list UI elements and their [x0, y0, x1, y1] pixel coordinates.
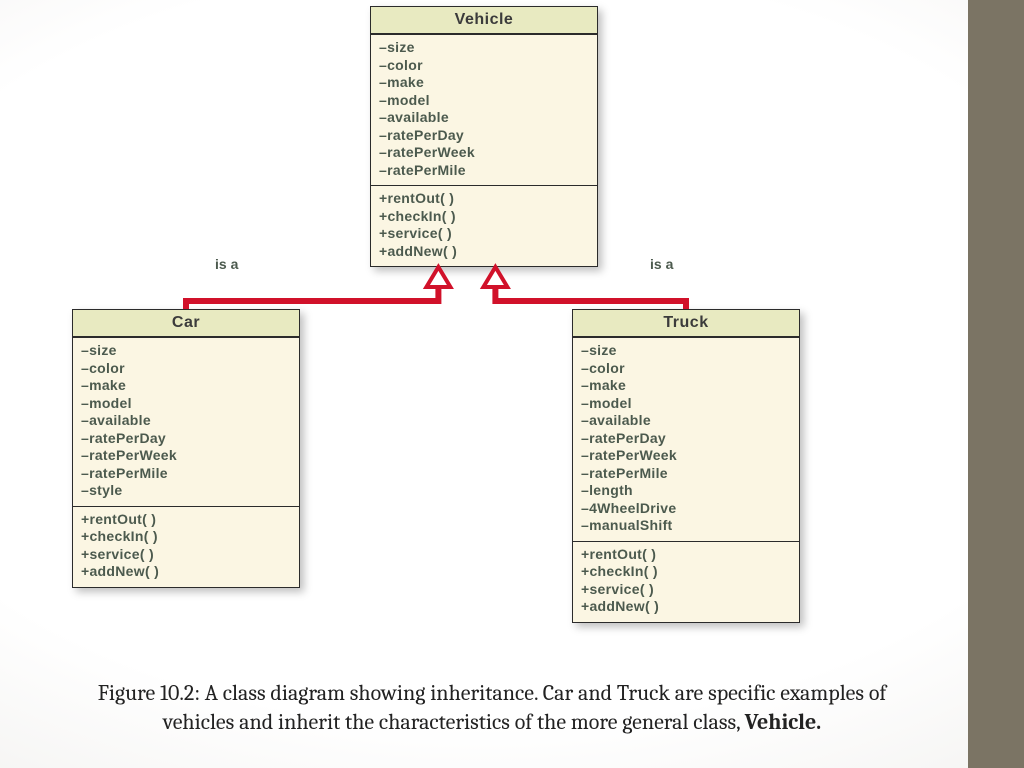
- class-attribute: –size: [581, 342, 791, 360]
- class-attribute: –ratePerMile: [81, 465, 291, 483]
- class-attribute: –4WheelDrive: [581, 500, 791, 518]
- class-attribute: –make: [81, 377, 291, 395]
- class-attribute: –make: [581, 377, 791, 395]
- figure-caption: Figure 10.2: A class diagram showing inh…: [60, 679, 924, 738]
- class-attribute: –color: [379, 57, 589, 75]
- class-attribute: –ratePerWeek: [581, 447, 791, 465]
- class-attribute: –size: [379, 39, 589, 57]
- class-operation: +service( ): [81, 546, 291, 564]
- class-title: Truck: [573, 310, 799, 337]
- class-attribute: –color: [81, 360, 291, 378]
- class-attribute: –style: [81, 482, 291, 500]
- class-operation: +service( ): [379, 225, 589, 243]
- caption-figure-label: Figure 10.2:: [98, 680, 200, 706]
- class-operation: +addNew( ): [81, 563, 291, 581]
- class-operation: +checkIn( ): [379, 208, 589, 226]
- class-operation: +service( ): [581, 581, 791, 599]
- class-attribute: –available: [581, 412, 791, 430]
- class-box-vehicle: Vehicle –size–color–make–model–available…: [370, 6, 598, 267]
- inheritance-label-right: is a: [650, 256, 673, 272]
- class-attribute: –color: [581, 360, 791, 378]
- class-box-car: Car –size–color–make–model–available–rat…: [72, 309, 300, 588]
- decorative-gutter: [968, 0, 1024, 768]
- class-operation: +rentOut( ): [81, 511, 291, 529]
- class-operation: +checkIn( ): [81, 528, 291, 546]
- class-attribute: –ratePerWeek: [81, 447, 291, 465]
- class-title: Car: [73, 310, 299, 337]
- class-attribute: –available: [81, 412, 291, 430]
- class-operation: +checkIn( ): [581, 563, 791, 581]
- class-operations: +rentOut( )+checkIn( )+service( )+addNew…: [73, 506, 299, 587]
- class-attribute: –make: [379, 74, 589, 92]
- class-attribute: –ratePerDay: [581, 430, 791, 448]
- class-attribute: –ratePerDay: [81, 430, 291, 448]
- class-attribute: –ratePerDay: [379, 127, 589, 145]
- class-operation: +addNew( ): [379, 243, 589, 261]
- class-attribute: –model: [379, 92, 589, 110]
- class-box-truck: Truck –size–color–make–model–available–r…: [572, 309, 800, 623]
- slide-stage: Vehicle –size–color–make–model–available…: [0, 0, 1024, 768]
- class-operation: +rentOut( ): [581, 546, 791, 564]
- class-attributes: –size–color–make–model–available–ratePer…: [73, 337, 299, 506]
- class-operation: +rentOut( ): [379, 190, 589, 208]
- class-attribute: –size: [81, 342, 291, 360]
- class-attributes: –size–color–make–model–available–ratePer…: [371, 34, 597, 185]
- class-attribute: –ratePerMile: [581, 465, 791, 483]
- class-attribute: –model: [581, 395, 791, 413]
- class-attribute: –manualShift: [581, 517, 791, 535]
- class-attribute: –ratePerWeek: [379, 144, 589, 162]
- caption-bold: Vehicle.: [745, 709, 821, 735]
- class-attribute: –model: [81, 395, 291, 413]
- class-attribute: –length: [581, 482, 791, 500]
- class-attribute: –ratePerMile: [379, 162, 589, 180]
- class-operations: +rentOut( )+checkIn( )+service( )+addNew…: [573, 541, 799, 622]
- class-operation: +addNew( ): [581, 598, 791, 616]
- class-attributes: –size–color–make–model–available–ratePer…: [573, 337, 799, 541]
- class-title: Vehicle: [371, 7, 597, 34]
- class-attribute: –available: [379, 109, 589, 127]
- class-operations: +rentOut( )+checkIn( )+service( )+addNew…: [371, 185, 597, 266]
- inheritance-label-left: is a: [215, 256, 238, 272]
